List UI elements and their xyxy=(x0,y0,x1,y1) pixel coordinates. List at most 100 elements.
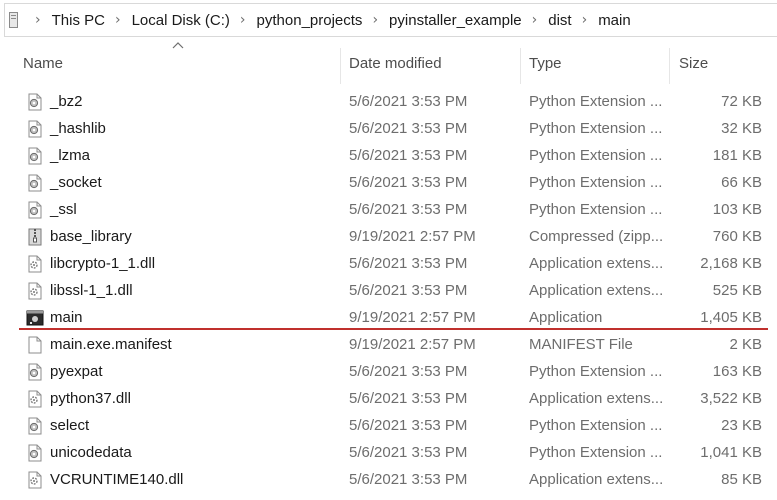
file-size: 2 KB xyxy=(729,336,762,353)
file-type: Python Extension ... xyxy=(529,444,663,461)
file-type: Python Extension ... xyxy=(529,93,663,110)
column-header-row: Name Date modified Type Size xyxy=(0,42,777,84)
file-type: Application xyxy=(529,309,603,326)
file-row[interactable]: pyexpat 5/6/2021 3:53 PM Python Extensio… xyxy=(0,358,777,385)
python-extension-icon xyxy=(28,201,42,219)
file-type: Application extens... xyxy=(529,282,664,299)
file-row[interactable]: unicodedata 5/6/2021 3:53 PM Python Exte… xyxy=(0,439,777,466)
dll-file-icon xyxy=(28,390,42,408)
file-size: 525 KB xyxy=(712,282,762,299)
file-date: 5/6/2021 3:53 PM xyxy=(349,255,468,272)
file-type: Python Extension ... xyxy=(529,120,663,137)
python-extension-icon xyxy=(28,417,42,435)
file-row[interactable]: _socket 5/6/2021 3:53 PM Python Extensio… xyxy=(0,169,777,196)
file-row[interactable]: select 5/6/2021 3:53 PM Python Extension… xyxy=(0,412,777,439)
file-date: 5/6/2021 3:53 PM xyxy=(349,93,468,110)
file-row[interactable]: main.exe.manifest 9/19/2021 2:57 PM MANI… xyxy=(0,331,777,358)
chevron-right-icon: › xyxy=(531,12,538,28)
file-type: Python Extension ... xyxy=(529,201,663,218)
file-name: libssl-1_1.dll xyxy=(50,282,133,299)
file-type: Application extens... xyxy=(529,255,664,272)
column-header-type[interactable]: Type xyxy=(529,42,669,84)
file-row[interactable]: main 9/19/2021 2:57 PM Application 1,405… xyxy=(0,304,777,331)
breadcrumb-dist[interactable]: › dist xyxy=(522,12,572,29)
chevron-right-icon: › xyxy=(372,12,379,28)
file-row[interactable]: libssl-1_1.dll 5/6/2021 3:53 PM Applicat… xyxy=(0,277,777,304)
file-date: 5/6/2021 3:53 PM xyxy=(349,363,468,380)
file-name: main xyxy=(50,309,83,326)
file-name: libcrypto-1_1.dll xyxy=(50,255,156,272)
file-name: pyexpat xyxy=(50,363,103,380)
zip-folder-icon xyxy=(28,228,42,246)
application-icon xyxy=(26,310,44,326)
file-date: 5/6/2021 3:53 PM xyxy=(349,201,468,218)
breadcrumb-local-disk[interactable]: › Local Disk (C:) xyxy=(105,12,230,29)
chevron-right-icon: › xyxy=(239,12,246,28)
python-extension-icon xyxy=(28,147,42,165)
file-type: Python Extension ... xyxy=(529,417,663,434)
file-date: 5/6/2021 3:53 PM xyxy=(349,417,468,434)
file-row[interactable]: base_library 9/19/2021 2:57 PM Compresse… xyxy=(0,223,777,250)
file-name: select xyxy=(50,417,90,434)
file-size: 2,168 KB xyxy=(700,255,762,272)
column-header-size[interactable]: Size xyxy=(679,42,777,84)
file-size: 163 KB xyxy=(712,363,762,380)
chevron-right-icon: › xyxy=(581,12,588,28)
file-type: MANIFEST File xyxy=(529,336,633,353)
file-size: 72 KB xyxy=(721,93,762,110)
file-date: 9/19/2021 2:57 PM xyxy=(349,309,476,326)
file-date: 9/19/2021 2:57 PM xyxy=(349,228,476,245)
chevron-right-icon: › xyxy=(35,12,41,28)
breadcrumb-pyinstaller-example[interactable]: › pyinstaller_example xyxy=(362,12,521,29)
file-row[interactable]: _ssl 5/6/2021 3:53 PM Python Extension .… xyxy=(0,196,777,223)
file-date: 5/6/2021 3:53 PM xyxy=(349,174,468,191)
file-type: Application extens... xyxy=(529,471,664,488)
file-date: 5/6/2021 3:53 PM xyxy=(349,390,468,407)
dll-file-icon xyxy=(28,471,42,489)
file-name: _bz2 xyxy=(50,93,83,110)
file-size: 23 KB xyxy=(721,417,762,434)
file-name: base_library xyxy=(50,228,132,245)
address-bar[interactable]: › This PC › Local Disk (C:) › python_projec… xyxy=(4,3,777,37)
file-type: Application extens... xyxy=(529,390,664,407)
file-size: 1,041 KB xyxy=(700,444,762,461)
file-size: 85 KB xyxy=(721,471,762,488)
sort-ascending-icon xyxy=(172,42,184,49)
file-type: Python Extension ... xyxy=(529,363,663,380)
file-size: 103 KB xyxy=(712,201,762,218)
file-name: VCRUNTIME140.dll xyxy=(50,471,184,488)
file-name: _lzma xyxy=(50,147,91,164)
column-divider[interactable] xyxy=(669,48,670,84)
file-name: _hashlib xyxy=(50,120,106,137)
file-row[interactable]: _lzma 5/6/2021 3:53 PM Python Extension … xyxy=(0,142,777,169)
column-divider[interactable] xyxy=(520,48,521,84)
file-row[interactable]: _hashlib 5/6/2021 3:53 PM Python Extensi… xyxy=(0,115,777,142)
dll-file-icon xyxy=(28,282,42,300)
breadcrumb-main[interactable]: › main xyxy=(572,12,631,29)
file-size: 181 KB xyxy=(712,147,762,164)
column-header-date[interactable]: Date modified xyxy=(349,42,519,84)
file-name: python37.dll xyxy=(50,390,131,407)
file-date: 9/19/2021 2:57 PM xyxy=(349,336,476,353)
file-date: 5/6/2021 3:53 PM xyxy=(349,471,468,488)
blank-file-icon xyxy=(28,336,42,354)
file-size: 3,522 KB xyxy=(700,390,762,407)
file-name: main.exe.manifest xyxy=(50,336,172,353)
file-size: 760 KB xyxy=(712,228,762,245)
highlight-underline xyxy=(19,328,768,330)
python-extension-icon xyxy=(28,363,42,381)
file-row[interactable]: libcrypto-1_1.dll 5/6/2021 3:53 PM Appli… xyxy=(0,250,777,277)
file-type: Compressed (zipp... xyxy=(529,228,664,245)
python-extension-icon xyxy=(28,444,42,462)
breadcrumb-this-pc[interactable]: › This PC xyxy=(25,12,105,29)
file-size: 1,405 KB xyxy=(700,309,762,326)
file-row[interactable]: python37.dll 5/6/2021 3:53 PM Applicatio… xyxy=(0,385,777,412)
file-row[interactable]: _bz2 5/6/2021 3:53 PM Python Extension .… xyxy=(0,88,777,115)
file-date: 5/6/2021 3:53 PM xyxy=(349,120,468,137)
column-divider[interactable] xyxy=(340,48,341,84)
python-extension-icon xyxy=(28,93,42,111)
file-name: unicodedata xyxy=(50,444,132,461)
dll-file-icon xyxy=(28,255,42,273)
file-row[interactable]: VCRUNTIME140.dll 5/6/2021 3:53 PM Applic… xyxy=(0,466,777,493)
breadcrumb-python-projects[interactable]: › python_projects xyxy=(230,12,363,29)
